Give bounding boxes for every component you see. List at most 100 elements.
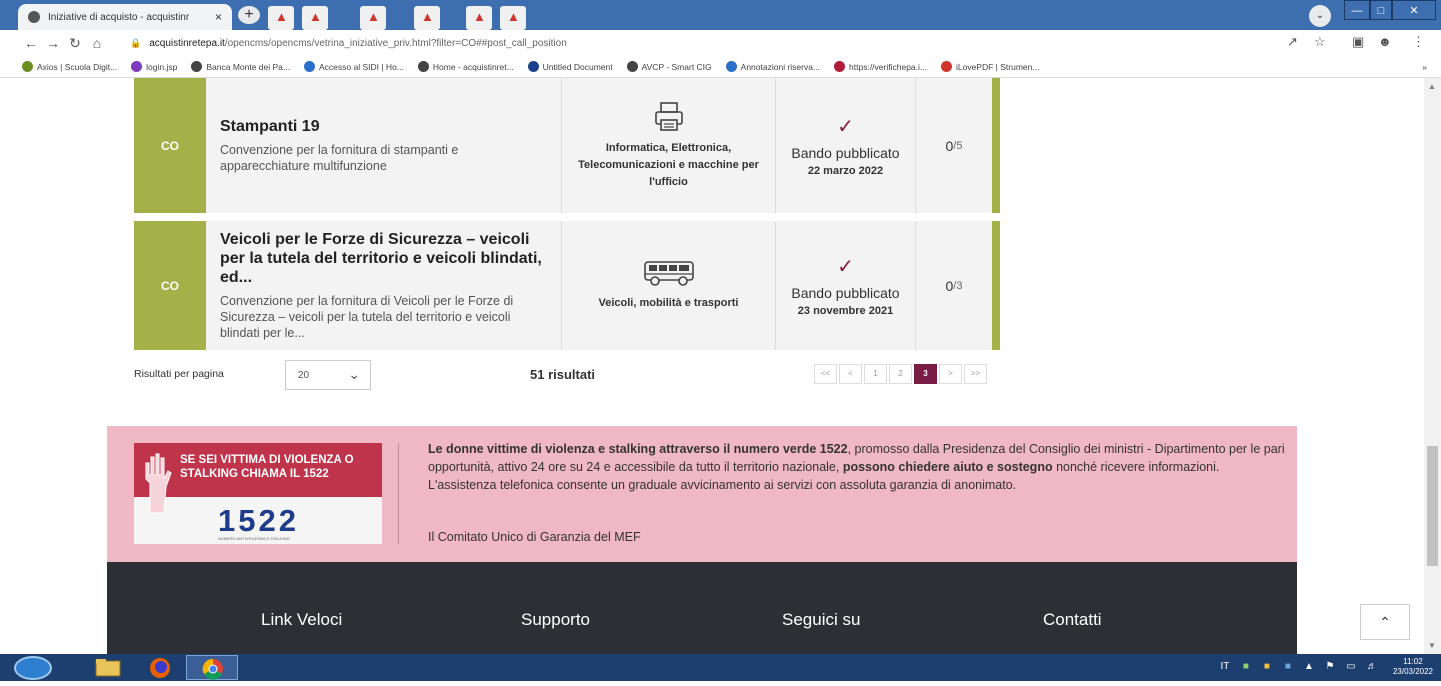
pdf-tab-icon[interactable] [414,6,440,30]
per-page-value: 20 [298,370,310,381]
page-button[interactable]: << [814,364,837,384]
menu-icon[interactable]: ⋮ [1412,34,1425,50]
bookmark-item[interactable]: Home - acquistinret... [417,61,514,72]
start-button[interactable] [14,656,52,680]
flag-icon[interactable]: ⚑ [1324,661,1336,673]
page-button[interactable]: >> [964,364,987,384]
per-page-select[interactable]: 20 ⌄ [285,360,371,390]
bookmark-label: login.jsp [146,61,178,72]
page-button[interactable]: 2 [889,364,912,384]
side-panel-icon[interactable]: ▣ [1352,34,1364,50]
card-status-label: Bando pubblicato [791,285,900,301]
tray-app-icon[interactable]: ■ [1261,661,1273,673]
card-lots: 0/3 [916,221,992,350]
tab-search-icon[interactable]: ⌄ [1309,5,1331,27]
pdf-tab-icon[interactable] [360,6,386,30]
page-button[interactable]: > [939,364,962,384]
signature: Il Comitato Unico di Garanzia del MEF [428,530,641,544]
scroll-down-icon[interactable]: ▼ [1428,641,1436,650]
bookmark-label: Banca Monte dei Pa... [206,61,290,72]
profile-icon[interactable]: ☻ [1378,34,1392,49]
minimize-button[interactable]: — [1344,0,1370,20]
tab-close-icon[interactable]: × [215,10,222,24]
banner-subline: NUMERO ANTIVIOLENZA E STALKING [218,536,290,541]
pdf-tab-icon[interactable] [466,6,492,30]
system-tray: IT ■ ■ ■ ▲ ⚑ ▭ ♬ 11:02 23/03/2022 [1219,657,1434,677]
pdf-tab-icon[interactable] [268,6,294,30]
tray-app-icon[interactable]: ■ [1240,661,1252,673]
tray-app-icon[interactable]: ■ [1282,661,1294,673]
printer-icon [654,102,683,131]
initiative-card[interactable]: CO Veicoli per le Forze di Sicurezza – v… [134,221,1000,350]
bookmark-item[interactable]: iLovePDF | Strumen... [940,61,1039,72]
page-button[interactable]: 1 [864,364,887,384]
card-title[interactable]: Stampanti 19 [220,117,547,136]
page-button-current[interactable]: 3 [914,364,937,384]
new-tab-button[interactable]: + [238,6,260,24]
back-to-top-button[interactable]: ⌃ [1360,604,1410,640]
clock[interactable]: 11:02 23/03/2022 [1393,657,1433,677]
back-icon[interactable]: ← [20,35,42,51]
lock-icon: 🔒 [130,37,142,48]
bookmark-item[interactable]: login.jsp [131,61,177,72]
address-bar[interactable]: 🔒 acquistinretepa.it /opencms/opencms/ve… [130,33,1300,53]
bookmark-favicon-icon [22,61,33,72]
pagination: << <1 2 3 > >> [814,364,989,384]
footer-heading-link-veloci: Link Veloci [261,610,343,629]
chrome-icon[interactable] [186,655,238,680]
bookmark-item[interactable]: Untitled Document [527,61,613,72]
share-icon[interactable]: ↗ [1287,34,1298,50]
maximize-button[interactable]: □ [1370,0,1392,20]
bookmark-item[interactable]: Accesso al SIDI | Ho... [304,61,404,72]
language-indicator[interactable]: IT [1219,661,1231,673]
page-button[interactable]: < [839,364,862,384]
close-window-button[interactable]: ✕ [1392,0,1436,20]
network-icon[interactable]: ▲ [1303,661,1315,673]
bookmark-item[interactable]: Axios | Scuola Digit... [22,61,117,72]
firefox-icon[interactable] [134,655,186,680]
bookmark-label: Annotazioni riserva... [740,61,821,72]
lots-done: 0 [945,277,954,294]
volume-icon[interactable]: ♬ [1366,661,1378,673]
scroll-thumb[interactable] [1427,446,1438,566]
tab-title: Iniziative di acquisto - acquistinr [48,11,190,23]
card-main: Veicoli per le Forze di Sicurezza – veic… [206,221,562,350]
browser-toolbar: ← → ↻ ⌂ 🔒 acquistinretepa.it /opencms/op… [0,30,1441,56]
footer-heading-contatti: Contatti [1043,610,1102,629]
forward-icon[interactable]: → [42,35,64,51]
bookmark-label: AVCP - Smart CIG [641,61,712,72]
pdf-tab-icon[interactable] [302,6,328,30]
card-category: Veicoli, mobilità e trasporti [562,221,776,350]
display-icon[interactable]: ▭ [1345,661,1357,673]
home-icon[interactable]: ⌂ [86,35,108,51]
divider [398,443,399,544]
browser-tab[interactable]: Iniziative di acquisto - acquistinr × [18,4,232,30]
bookmark-item[interactable]: AVCP - Smart CIG [626,61,712,72]
bookmarks-bar: Axios | Scuola Digit... login.jsp Banca Mo… [0,56,1441,78]
bookmarks-overflow-icon[interactable]: » [1422,62,1427,72]
bookmark-item[interactable]: Banca Monte dei Pa... [191,61,290,72]
results-count: 51 risultati [530,367,596,382]
card-category-label: Veicoli, mobilità e trasporti [598,297,739,309]
lots-total: /5 [953,139,963,152]
bookmark-item[interactable]: Annotazioni riserva... [725,61,821,72]
windows-taskbar: IT ■ ■ ■ ▲ ⚑ ▭ ♬ 11:02 23/03/2022 [0,654,1441,681]
card-code-badge: CO [134,78,206,213]
bookmark-label: https://verifichepa.i... [849,61,927,72]
page-scrollbar[interactable]: ▲ ▼ [1424,78,1441,654]
pdf-tab-icon[interactable] [500,6,526,30]
reload-icon[interactable]: ↻ [64,35,86,52]
antiviolence-banner[interactable]: SE SEI VITTIMA DI VIOLENZA O STALKING CH… [134,443,382,544]
site-favicon-icon [28,11,40,23]
check-icon: ✓ [837,256,854,278]
bookmark-label: Accesso al SIDI | Ho... [319,61,404,72]
scroll-up-icon[interactable]: ▲ [1428,82,1436,91]
card-title[interactable]: Veicoli per le Forze di Sicurezza – veic… [220,230,547,287]
initiative-card[interactable]: CO Stampanti 19 Convenzione per la forni… [134,78,1000,213]
chevron-down-icon: ⌄ [348,366,360,382]
url-path: /opencms/opencms/vetrina_iniziative_priv… [224,37,567,49]
bookmark-item[interactable]: https://verifichepa.i... [834,61,927,72]
bookmark-label: Untitled Document [542,61,613,72]
file-explorer-icon[interactable] [82,655,134,680]
bookmark-star-icon[interactable]: ☆ [1314,34,1326,50]
